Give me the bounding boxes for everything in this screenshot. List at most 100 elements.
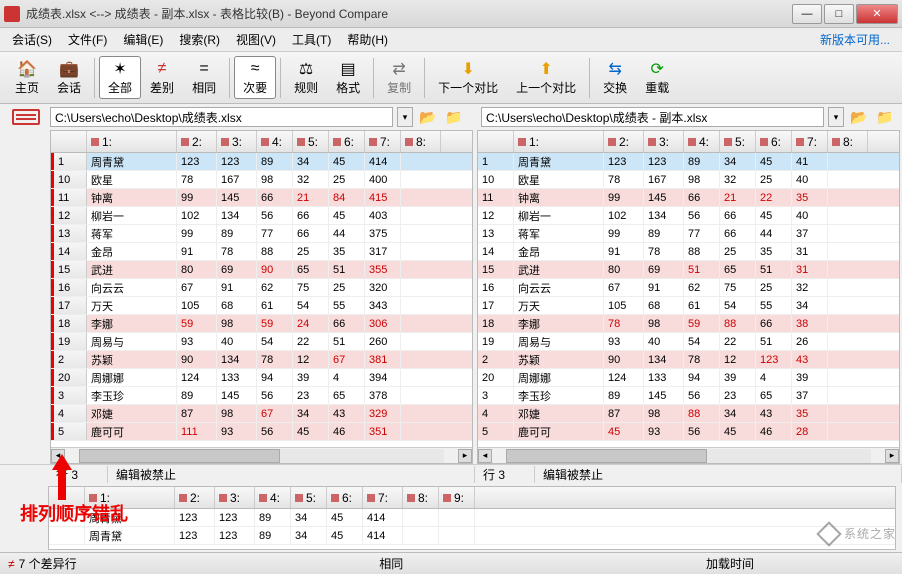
- column-header[interactable]: 7:: [363, 487, 403, 508]
- table-row[interactable]: 17万天10568615455343: [51, 297, 472, 315]
- right-browse-button[interactable]: 📂: [848, 107, 870, 127]
- column-header[interactable]: 1:: [87, 131, 177, 152]
- column-header[interactable]: 2:: [175, 487, 215, 508]
- column-header[interactable]: 2:: [604, 131, 644, 152]
- close-button[interactable]: ✕: [856, 4, 898, 24]
- column-header[interactable]: 1:: [514, 131, 604, 152]
- column-header[interactable]: 3:: [215, 487, 255, 508]
- table-row[interactable]: 12柳岩一10213456664540: [478, 207, 899, 225]
- column-header[interactable]: 5:: [293, 131, 329, 152]
- menu-view[interactable]: 视图(V): [228, 29, 284, 50]
- table-row[interactable]: 15武进806951655131: [478, 261, 899, 279]
- bottom-detail-grid[interactable]: 1:2:3:4:5:6:7:8:9: 周青黛123123893445414周青黛…: [48, 486, 896, 550]
- table-row[interactable]: 10欧星7816798322540: [478, 171, 899, 189]
- table-row[interactable]: 1周青黛12312389344541: [478, 153, 899, 171]
- column-header[interactable]: 8:: [828, 131, 868, 152]
- table-row[interactable]: 13蒋军998977664437: [478, 225, 899, 243]
- table-row[interactable]: 4邓婕8798673443329: [51, 405, 472, 423]
- table-row[interactable]: 20周娜娜12413394394394: [51, 369, 472, 387]
- column-header[interactable]: 5:: [720, 131, 756, 152]
- column-header[interactable]: 6:: [756, 131, 792, 152]
- left-explore-button[interactable]: 📁: [443, 107, 465, 127]
- maximize-button[interactable]: □: [824, 4, 854, 24]
- table-row[interactable]: 周青黛123123893445414: [49, 509, 895, 527]
- session-button[interactable]: 💼会话: [48, 56, 90, 99]
- column-header[interactable]: [478, 131, 514, 152]
- table-row[interactable]: 3李玉珍89145562365378: [51, 387, 472, 405]
- table-row[interactable]: 2苏颖90134781212343: [478, 351, 899, 369]
- menu-edit[interactable]: 编辑(E): [115, 29, 171, 50]
- table-row[interactable]: 5鹿可可459356454628: [478, 423, 899, 441]
- column-header[interactable]: 2:: [177, 131, 217, 152]
- diff-button[interactable]: ≠差别: [141, 56, 183, 99]
- right-path-dropdown[interactable]: ▾: [828, 107, 844, 127]
- column-header[interactable]: 6:: [329, 131, 365, 152]
- table-row[interactable]: 1周青黛123123893445414: [51, 153, 472, 171]
- left-hscroll[interactable]: ◂▸: [51, 447, 472, 463]
- column-header[interactable]: 5:: [291, 487, 327, 508]
- column-header[interactable]: 7:: [792, 131, 828, 152]
- table-row[interactable]: 19周易与9340542251260: [51, 333, 472, 351]
- minimize-button[interactable]: —: [792, 4, 822, 24]
- column-header[interactable]: 6:: [327, 487, 363, 508]
- column-header[interactable]: 4:: [684, 131, 720, 152]
- column-header[interactable]: 8:: [403, 487, 439, 508]
- table-row[interactable]: 13蒋军9989776644375: [51, 225, 472, 243]
- table-row[interactable]: 5鹿可可11193564546351: [51, 423, 472, 441]
- table-row[interactable]: 16向云云6791627525320: [51, 279, 472, 297]
- menu-search[interactable]: 搜索(R): [171, 29, 228, 50]
- column-header[interactable]: [51, 131, 87, 152]
- left-browse-button[interactable]: 📂: [417, 107, 439, 127]
- left-path-dropdown[interactable]: ▾: [397, 107, 413, 127]
- table-row[interactable]: 14金昂9178882535317: [51, 243, 472, 261]
- table-row[interactable]: 17万天1056861545534: [478, 297, 899, 315]
- home-button[interactable]: 🏠主页: [6, 56, 48, 99]
- copy-button[interactable]: ⇄复制: [378, 56, 420, 99]
- rules-button[interactable]: ⚖规则: [285, 56, 327, 99]
- table-row[interactable]: 3李玉珍8914556236537: [478, 387, 899, 405]
- menu-help[interactable]: 帮助(H): [339, 29, 396, 50]
- format-button[interactable]: ▤格式: [327, 56, 369, 99]
- table-row[interactable]: 11钟离99145662184415: [51, 189, 472, 207]
- next-diff-button[interactable]: ⬇下一个对比: [429, 56, 507, 99]
- all-button[interactable]: ✶全部: [99, 56, 141, 99]
- column-header[interactable]: 4:: [257, 131, 293, 152]
- column-header[interactable]: 9:: [439, 487, 475, 508]
- table-row[interactable]: 2苏颖90134781267381: [51, 351, 472, 369]
- table-row[interactable]: 16向云云679162752532: [478, 279, 899, 297]
- table-row[interactable]: 18李娜5998592466306: [51, 315, 472, 333]
- table-row[interactable]: 12柳岩一102134566645403: [51, 207, 472, 225]
- left-path-input[interactable]: C:\Users\echo\Desktop\成绩表.xlsx: [50, 107, 393, 127]
- prev-diff-button[interactable]: ⬆上一个对比: [507, 56, 585, 99]
- left-grid[interactable]: 1:2:3:4:5:6:7:8: 1周青黛12312389344541410欧星…: [50, 130, 473, 464]
- update-link[interactable]: 新版本可用...: [812, 29, 898, 50]
- table-row[interactable]: 19周易与934054225126: [478, 333, 899, 351]
- column-header[interactable]: [49, 487, 85, 508]
- table-row[interactable]: 11钟离9914566212235: [478, 189, 899, 207]
- right-explore-button[interactable]: 📁: [874, 107, 896, 127]
- right-hscroll[interactable]: ◂▸: [478, 447, 899, 463]
- table-cell: 105: [604, 297, 644, 314]
- right-grid[interactable]: 1:2:3:4:5:6:7:8: 1周青黛1231238934454110欧星7…: [477, 130, 900, 464]
- table-row[interactable]: 18李娜789859886638: [478, 315, 899, 333]
- reload-button[interactable]: ⟳重载: [636, 56, 678, 99]
- column-header[interactable]: 7:: [365, 131, 401, 152]
- menu-session[interactable]: 会话(S): [4, 29, 60, 50]
- table-row[interactable]: 10欧星78167983225400: [51, 171, 472, 189]
- column-header[interactable]: 3:: [644, 131, 684, 152]
- column-header[interactable]: 3:: [217, 131, 257, 152]
- swap-button[interactable]: ⇆交换: [594, 56, 636, 99]
- table-row[interactable]: 4邓婕879888344335: [478, 405, 899, 423]
- right-path-input[interactable]: C:\Users\echo\Desktop\成绩表 - 副本.xlsx: [481, 107, 824, 127]
- menu-file[interactable]: 文件(F): [60, 29, 115, 50]
- column-header[interactable]: 8:: [401, 131, 441, 152]
- table-row[interactable]: 周青黛123123893445414: [49, 527, 895, 545]
- table-row[interactable]: 14金昂917888253531: [478, 243, 899, 261]
- minor-button[interactable]: ≈次要: [234, 56, 276, 99]
- table-row[interactable]: 15武进8069906551355: [51, 261, 472, 279]
- column-header[interactable]: 4:: [255, 487, 291, 508]
- table-row[interactable]: 20周娜娜1241339439439: [478, 369, 899, 387]
- same-button[interactable]: =相同: [183, 56, 225, 99]
- column-header[interactable]: 1:: [85, 487, 175, 508]
- menu-tools[interactable]: 工具(T): [284, 29, 339, 50]
